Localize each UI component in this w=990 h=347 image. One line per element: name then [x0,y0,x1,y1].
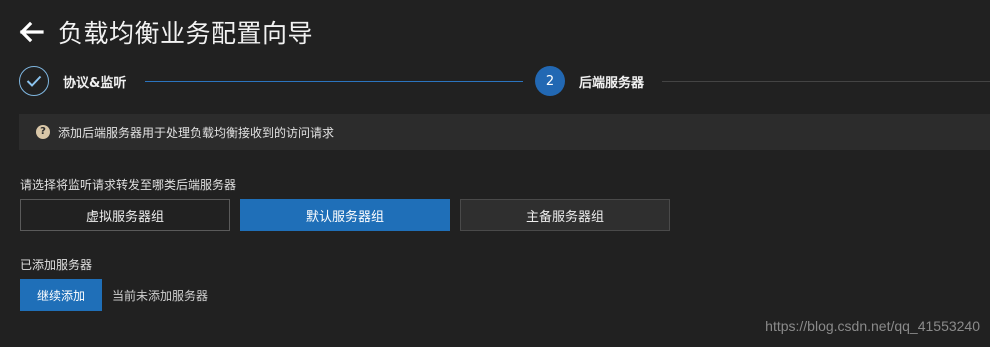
server-group-label: 请选择将监听请求转发至哪类后端服务器 [20,178,237,192]
watermark: https://blog.csdn.net/qq_41553240 [765,318,980,334]
empty-servers-text: 当前未添加服务器 [112,289,209,303]
step-connector-pending [662,81,990,82]
step-label: 后端服务器 [579,75,645,91]
step-done-circle [19,66,49,96]
notice-text: 添加后端服务器用于处理负载均衡接收到的访问请求 [58,125,335,140]
help-icon: ? [36,125,50,139]
step-number-badge: 2 [535,66,565,96]
arrow-left-icon[interactable] [18,19,44,45]
info-notice: ? 添加后端服务器用于处理负载均衡接收到的访问请求 [19,114,990,150]
virtual-server-group-button[interactable]: 虚拟服务器组 [20,199,230,231]
added-servers-label: 已添加服务器 [20,258,93,272]
step-connector-completed [145,81,523,82]
primary-backup-server-group-button[interactable]: 主备服务器组 [460,199,670,231]
page-header: 负载均衡业务配置向导 [18,14,313,50]
continue-add-button[interactable]: 继续添加 [20,279,102,311]
wizard-page: 负载均衡业务配置向导 协议&监听 2 后端服务器 ? 添加后端服务器用于处理负载… [0,0,990,347]
check-icon [26,75,42,87]
page-title: 负载均衡业务配置向导 [58,19,314,48]
step-label: 协议&监听 [63,75,127,91]
step-protocol-listener[interactable]: 协议&监听 [19,65,126,97]
default-server-group-button[interactable]: 默认服务器组 [240,199,450,231]
step-backend-servers[interactable]: 2 后端服务器 [535,65,644,97]
